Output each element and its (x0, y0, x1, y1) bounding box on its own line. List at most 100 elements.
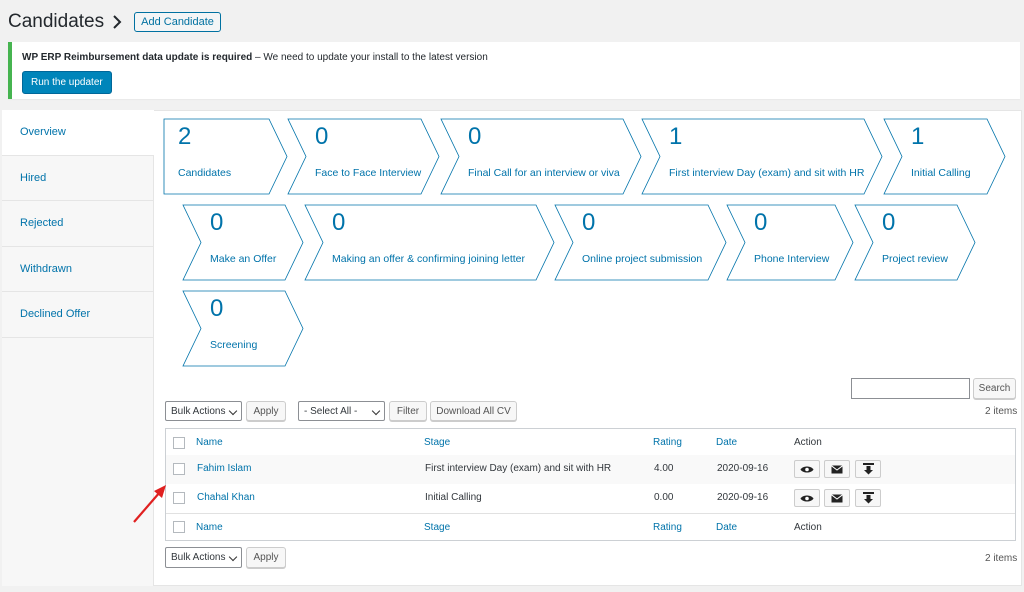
stage-count: 0 (582, 209, 596, 236)
stage-tile-shape (182, 204, 304, 281)
notice-message: WP ERP Reimbursement data update is requ… (22, 52, 488, 63)
stage-label: First interview Day (exam) and sit with … (669, 167, 865, 179)
envelope-icon (831, 464, 843, 473)
view-button[interactable] (794, 489, 820, 507)
row-checkbox[interactable] (173, 463, 185, 475)
stage-tile[interactable]: 0 Screening (182, 290, 304, 367)
stage-count: 1 (911, 123, 925, 150)
bulk-actions-select[interactable]: Bulk Actions (165, 401, 242, 421)
stage-count: 0 (315, 123, 329, 150)
download-cv-button[interactable] (855, 460, 881, 478)
table-header-row: Name Stage Rating Date Action (166, 429, 1015, 458)
stage-filter-select[interactable]: - Select All - (298, 401, 385, 421)
candidate-name-link[interactable]: Chahal Khan (197, 492, 255, 503)
sidebar: Overview Hired Rejected Withdrawn Declin… (2, 110, 154, 338)
select-all-checkbox[interactable] (173, 437, 185, 449)
sidebar-item-overview[interactable]: Overview (2, 110, 154, 156)
sidebar-item-label: Withdrawn (20, 262, 72, 275)
download-icon (862, 492, 874, 504)
stage-tile-shape (726, 204, 854, 281)
select-all-checkbox-footer[interactable] (173, 521, 185, 533)
add-candidate-button[interactable]: Add Candidate (134, 12, 221, 32)
annotation-arrow-icon (133, 485, 166, 523)
stage-count: 0 (210, 209, 224, 236)
sidebar-item-label: Overview (20, 126, 66, 139)
candidate-rating: 0.00 (654, 492, 674, 503)
column-rating[interactable]: Rating (653, 437, 682, 448)
column-rating-footer[interactable]: Rating (653, 522, 682, 533)
candidate-stage: First interview Day (exam) and sit with … (425, 463, 612, 474)
stage-tile[interactable]: 0 Final Call for an interview or viva (440, 118, 642, 195)
stage-label: Phone Interview (754, 253, 830, 265)
column-date-footer[interactable]: Date (716, 522, 737, 533)
column-date[interactable]: Date (716, 437, 737, 448)
chevron-right-icon[interactable] (112, 15, 122, 29)
bulk-actions-value: Bulk Actions (171, 405, 226, 417)
download-cv-button[interactable] (855, 489, 881, 507)
stage-tile[interactable]: 2 Candidates (163, 118, 288, 195)
stage-tile[interactable]: 1 First interview Day (exam) and sit with… (641, 118, 883, 195)
run-updater-button[interactable]: Run the updater (22, 71, 112, 94)
stage-tile-shape (182, 290, 304, 367)
stage-label: Initial Calling (911, 167, 971, 179)
column-stage[interactable]: Stage (424, 437, 450, 448)
stage-tile[interactable]: 1 Initial Calling (883, 118, 1006, 195)
stage-count: 0 (754, 209, 768, 236)
view-button[interactable] (794, 460, 820, 478)
bulk-actions-select-bottom[interactable]: Bulk Actions (165, 547, 242, 568)
stage-tile[interactable]: 0 Face to Face Interview (287, 118, 440, 195)
sidebar-item-rejected[interactable]: Rejected (2, 201, 154, 247)
stage-count: 2 (178, 123, 192, 150)
sidebar-item-withdrawn[interactable]: Withdrawn (2, 246, 154, 292)
stage-label: Project review (882, 253, 948, 265)
stage-tile[interactable]: 0 Make an Offer (182, 204, 304, 281)
stage-count: 1 (669, 123, 683, 150)
stage-tile[interactable]: 0 Making an offer & confirming joining le… (304, 204, 555, 281)
stage-label: Candidates (178, 167, 232, 179)
items-count-bottom: 2 items (985, 553, 1018, 564)
stage-count: 0 (210, 295, 224, 322)
search-input[interactable] (851, 378, 970, 399)
download-all-cv-button[interactable]: Download All CV (430, 401, 517, 421)
candidates-table: Name Stage Rating Date Action Fahim Isla… (165, 428, 1016, 541)
search-button[interactable]: Search (973, 378, 1016, 399)
stage-tile[interactable]: 0 Online project submission (554, 204, 727, 281)
stage-label: Make an Offer (210, 253, 277, 265)
table-footer-row: Name Stage Rating Date Action (166, 513, 1015, 542)
envelope-icon (831, 493, 843, 502)
apply-button[interactable]: Apply (246, 401, 286, 421)
email-button[interactable] (824, 489, 850, 507)
stage-tile[interactable]: 0 Phone Interview (726, 204, 854, 281)
candidate-date: 2020-09-16 (717, 463, 769, 474)
email-button[interactable] (824, 460, 850, 478)
column-action-footer: Action (794, 522, 822, 533)
apply-button-bottom[interactable]: Apply (246, 547, 286, 568)
stage-label: Online project submission (582, 253, 703, 265)
stage-tile[interactable]: 0 Project review (854, 204, 976, 281)
stage-count: 0 (882, 209, 896, 236)
candidate-rating: 4.00 (654, 463, 674, 474)
items-count: 2 items (985, 406, 1018, 417)
sidebar-item-hired[interactable]: Hired (2, 155, 154, 201)
notice-text: – We need to update your install to the … (252, 52, 488, 63)
filter-button[interactable]: Filter (389, 401, 427, 421)
notice-bold-text: WP ERP Reimbursement data update is requ… (22, 52, 253, 63)
chevron-down-icon (228, 406, 238, 416)
sidebar-item-label: Declined Offer (20, 308, 91, 321)
column-name[interactable]: Name (196, 437, 223, 448)
sidebar-item-declined-offer[interactable]: Declined Offer (2, 292, 154, 338)
candidate-name-link[interactable]: Fahim Islam (197, 463, 251, 474)
bulk-actions-value: Bulk Actions (171, 552, 226, 563)
table-row: Fahim Islam First interview Day (exam) a… (166, 455, 1015, 484)
column-stage-footer[interactable]: Stage (424, 522, 450, 533)
sidebar-item-label: Rejected (20, 217, 64, 230)
column-action: Action (794, 437, 822, 448)
stage-count: 0 (468, 123, 482, 150)
candidate-date: 2020-09-16 (717, 492, 769, 503)
download-icon (862, 463, 874, 475)
stage-tile-shape (883, 118, 1006, 195)
eye-icon (800, 495, 814, 501)
stage-tile-shape (854, 204, 976, 281)
column-name-footer[interactable]: Name (196, 522, 223, 533)
row-checkbox[interactable] (173, 492, 185, 504)
